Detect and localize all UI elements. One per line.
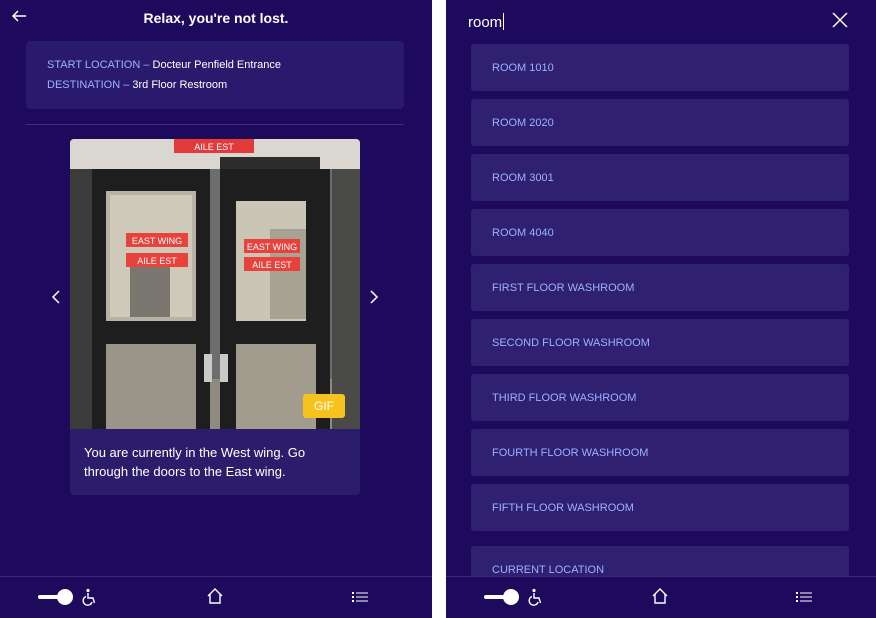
result-label: ROOM 4040	[492, 227, 554, 239]
bottom-bar	[446, 576, 876, 618]
sign-text: AILE EST	[137, 256, 177, 266]
start-location-label: START LOCATION –	[47, 59, 150, 71]
result-item[interactable]: FIFTH FLOOR WASHROOM	[471, 484, 849, 531]
accessibility-toggle-icon[interactable]	[38, 588, 74, 606]
result-item[interactable]: ROOM 4040	[471, 209, 849, 256]
result-label: ROOM 2020	[492, 117, 554, 129]
result-item[interactable]: ROOM 3001	[471, 154, 849, 201]
accessibility-toggle-icon[interactable]	[484, 588, 520, 606]
result-item[interactable]: FOURTH FLOOR WASHROOM	[471, 429, 849, 476]
result-label: FIFTH FLOOR WASHROOM	[492, 502, 634, 514]
result-label: FOURTH FLOOR WASHROOM	[492, 447, 649, 459]
home-icon[interactable]	[651, 587, 669, 605]
route-panel: Relax, you're not lost. START LOCATION –…	[0, 0, 432, 618]
sign-text: EAST WING	[132, 236, 182, 246]
search-panel: room ROOM 1010 ROOM 2020 ROOM 3001 ROOM …	[446, 0, 876, 618]
direction-caption: You are currently in the West wing. Go t…	[84, 445, 306, 479]
wheelchair-icon	[528, 588, 542, 606]
result-item[interactable]: SECOND FLOOR WASHROOM	[471, 319, 849, 366]
wheelchair-icon	[82, 588, 96, 606]
start-location-value: Docteur Penfield Entrance	[149, 59, 281, 71]
result-label: THIRD FLOOR WASHROOM	[492, 392, 637, 404]
route-info-box: START LOCATION – Docteur Penfield Entran…	[26, 41, 404, 109]
start-location-line: START LOCATION – Docteur Penfield Entran…	[47, 59, 281, 71]
result-item[interactable]: FIRST FLOOR WASHROOM	[471, 264, 849, 311]
result-label: SECOND FLOOR WASHROOM	[492, 337, 650, 349]
sign-text: AILE EST	[252, 260, 292, 270]
home-icon[interactable]	[206, 587, 224, 605]
gif-button[interactable]: GIF	[303, 394, 345, 418]
result-label: FIRST FLOOR WASHROOM	[492, 282, 635, 294]
destination-label: DESTINATION –	[47, 79, 130, 91]
chevron-left-icon[interactable]	[48, 287, 64, 307]
result-label: CURRENT LOCATION	[492, 564, 605, 576]
doorway-photo: AILE EST EAST WING AILE EST EAST WING AI…	[70, 139, 360, 429]
direction-card: AILE EST EAST WING AILE EST EAST WING AI…	[70, 139, 360, 495]
sign-text: AILE EST	[194, 142, 234, 152]
page-title: Relax, you're not lost.	[143, 10, 289, 26]
result-item[interactable]: THIRD FLOOR WASHROOM	[471, 374, 849, 421]
result-item[interactable]: ROOM 1010	[471, 44, 849, 91]
result-item[interactable]: ROOM 2020	[471, 99, 849, 146]
sign-text: EAST WING	[247, 242, 297, 252]
search-input-value: room	[468, 14, 503, 31]
divider	[26, 124, 404, 125]
list-icon[interactable]	[796, 590, 812, 604]
bottom-bar	[0, 576, 432, 618]
chevron-right-icon[interactable]	[366, 287, 382, 307]
result-label: ROOM 1010	[492, 62, 554, 74]
search-input[interactable]: room	[468, 13, 505, 31]
destination-line: DESTINATION – 3rd Floor Restroom	[47, 79, 227, 91]
list-icon[interactable]	[352, 590, 368, 604]
result-label: ROOM 3001	[492, 172, 554, 184]
destination-value: 3rd Floor Restroom	[129, 79, 228, 91]
close-icon[interactable]	[832, 12, 848, 28]
text-caret	[503, 13, 505, 30]
